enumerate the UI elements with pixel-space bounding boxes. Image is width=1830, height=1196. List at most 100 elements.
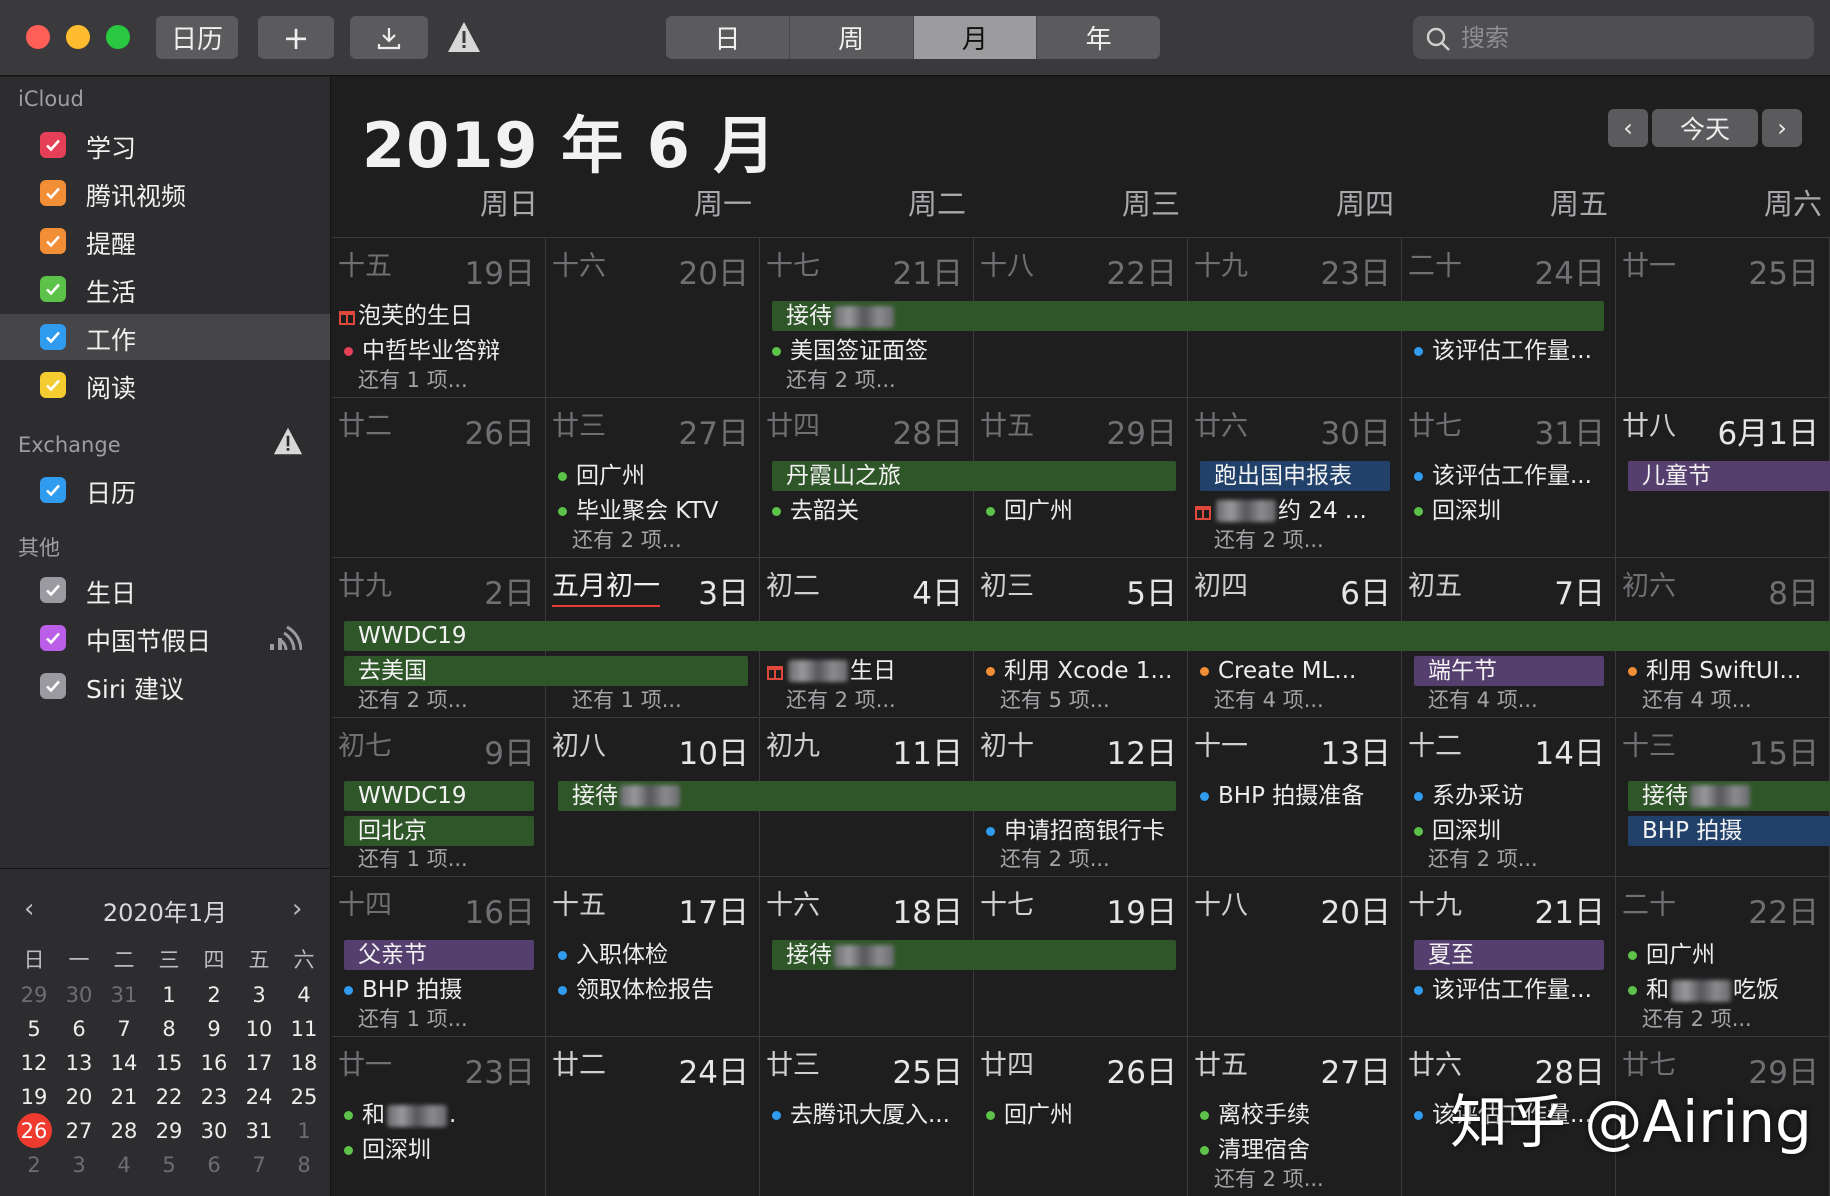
mini-day[interactable]: 8: [282, 1150, 326, 1180]
birthday-event[interactable]: 约 24 ...: [1192, 496, 1398, 526]
tab-week[interactable]: 周: [790, 16, 914, 59]
mini-day-today[interactable]: 26: [12, 1113, 56, 1148]
mini-day[interactable]: 31: [237, 1116, 281, 1146]
mini-day[interactable]: 17: [237, 1048, 281, 1078]
event-bar[interactable]: 儿童节: [1628, 460, 1830, 491]
minimize-button[interactable]: [66, 25, 90, 49]
mini-day[interactable]: 2: [192, 980, 236, 1010]
mini-day[interactable]: 6: [57, 1014, 101, 1044]
more-events-link[interactable]: 还有 2 项...: [572, 527, 682, 553]
event-item[interactable]: Create ML...: [1192, 656, 1398, 686]
event-bar[interactable]: WWDC19: [344, 780, 534, 811]
sidebar-calendar-item[interactable]: 生活: [0, 266, 330, 312]
event-bar[interactable]: 回北京: [344, 815, 534, 846]
birthday-event[interactable]: 生日: [764, 656, 970, 686]
mini-day[interactable]: 4: [102, 1150, 146, 1180]
event-item[interactable]: BHP 拍摄: [336, 975, 542, 1005]
event-bar[interactable]: 接待: [772, 940, 1176, 971]
mini-day[interactable]: 14: [102, 1048, 146, 1078]
mini-day[interactable]: 29: [147, 1116, 191, 1146]
mini-day[interactable]: 7: [102, 1014, 146, 1044]
birthday-event[interactable]: 泡芙的生日: [336, 301, 542, 331]
mini-next-month-button[interactable]: ›: [292, 894, 302, 924]
download-button[interactable]: [350, 16, 428, 59]
event-bar[interactable]: WWDC19: [344, 620, 1830, 651]
warning-icon[interactable]: [272, 426, 304, 456]
event-item[interactable]: 回广州: [978, 496, 1184, 526]
tab-day[interactable]: 日: [666, 16, 790, 59]
calendar-checkbox[interactable]: [40, 132, 66, 158]
prev-month-button[interactable]: ‹: [1608, 109, 1648, 147]
event-item[interactable]: 中哲毕业答辩: [336, 336, 542, 366]
event-item[interactable]: 毕业聚会 KTV: [550, 496, 756, 526]
event-item[interactable]: 入职体检: [550, 940, 756, 970]
calendar-checkbox[interactable]: [40, 477, 66, 503]
event-item[interactable]: 利用 SwiftUI...: [1620, 656, 1826, 686]
more-events-link[interactable]: 还有 1 项...: [358, 367, 468, 393]
sidebar-calendar-item[interactable]: 日历: [0, 467, 330, 513]
mini-day[interactable]: 5: [147, 1150, 191, 1180]
more-events-link[interactable]: 还有 4 项...: [1428, 687, 1538, 713]
mini-day[interactable]: 27: [57, 1116, 101, 1146]
mini-day[interactable]: 25: [282, 1082, 326, 1112]
mini-day[interactable]: 19: [12, 1082, 56, 1112]
event-item[interactable]: 领取体检报告: [550, 975, 756, 1005]
sidebar-calendar-item[interactable]: Siri 建议: [0, 663, 330, 709]
day-cell[interactable]: 十八 20日: [1188, 876, 1402, 1037]
event-item[interactable]: 利用 Xcode 1...: [978, 656, 1184, 686]
sidebar-calendar-item[interactable]: 生日: [0, 567, 330, 613]
event-item[interactable]: 清理宿舍: [1192, 1135, 1398, 1165]
event-item[interactable]: 离校手续: [1192, 1100, 1398, 1130]
sidebar-calendar-item[interactable]: 腾讯视频: [0, 170, 330, 216]
event-bar[interactable]: 跑出国申报表: [1200, 460, 1390, 491]
mini-day[interactable]: 24: [237, 1082, 281, 1112]
sidebar-calendar-item[interactable]: 学习: [0, 122, 330, 168]
add-event-button[interactable]: +: [258, 16, 334, 59]
mini-day[interactable]: 16: [192, 1048, 236, 1078]
search-field[interactable]: [1413, 16, 1814, 59]
more-events-link[interactable]: 还有 2 项...: [786, 367, 896, 393]
more-events-link[interactable]: 还有 1 项...: [572, 687, 682, 713]
mini-day[interactable]: 1: [282, 1116, 326, 1146]
event-item[interactable]: 回广州: [978, 1100, 1184, 1130]
mini-day[interactable]: 3: [237, 980, 281, 1010]
today-button[interactable]: 今天: [1652, 109, 1758, 147]
day-cell[interactable]: 廿二 24日: [546, 1036, 760, 1196]
event-item[interactable]: 回深圳: [1406, 496, 1612, 526]
close-button[interactable]: [26, 25, 50, 49]
event-item[interactable]: 美国签证面签: [764, 336, 970, 366]
calendar-checkbox[interactable]: [40, 372, 66, 398]
mini-day[interactable]: 10: [237, 1014, 281, 1044]
mini-day[interactable]: 12: [12, 1048, 56, 1078]
more-events-link[interactable]: 还有 5 项...: [1000, 687, 1110, 713]
event-item[interactable]: 回深圳: [1406, 816, 1612, 846]
event-item[interactable]: 系办采访: [1406, 781, 1612, 811]
sidebar-calendar-item[interactable]: 提醒: [0, 218, 330, 264]
tab-year[interactable]: 年: [1037, 16, 1160, 59]
event-item[interactable]: 回深圳: [336, 1135, 542, 1165]
more-events-link[interactable]: 还有 2 项...: [1428, 846, 1538, 872]
calendar-checkbox[interactable]: [40, 673, 66, 699]
mini-day[interactable]: 23: [192, 1082, 236, 1112]
mini-day[interactable]: 13: [57, 1048, 101, 1078]
day-cell[interactable]: 廿二 26日: [332, 396, 546, 557]
mini-day[interactable]: 15: [147, 1048, 191, 1078]
more-events-link[interactable]: 还有 2 项...: [1000, 846, 1110, 872]
event-item[interactable]: 该评估工作量...: [1406, 975, 1612, 1005]
mini-day[interactable]: 20: [57, 1082, 101, 1112]
mini-day[interactable]: 9: [192, 1014, 236, 1044]
more-events-link[interactable]: 还有 2 项...: [1642, 1006, 1752, 1032]
event-bar[interactable]: 夏至: [1414, 940, 1604, 971]
calendar-checkbox[interactable]: [40, 324, 66, 350]
event-item[interactable]: 该评估工作量...: [1406, 461, 1612, 491]
event-bar[interactable]: BHP 拍摄: [1628, 815, 1830, 846]
mini-day[interactable]: 22: [147, 1082, 191, 1112]
calendar-checkbox[interactable]: [40, 577, 66, 603]
calendar-checkbox[interactable]: [40, 180, 66, 206]
sidebar-calendar-item[interactable]: 工作: [0, 314, 330, 360]
mini-day[interactable]: 28: [102, 1116, 146, 1146]
mini-day[interactable]: 7: [237, 1150, 281, 1180]
sidebar-calendar-item[interactable]: 阅读: [0, 362, 330, 408]
warning-icon[interactable]: [446, 20, 482, 54]
day-cell[interactable]: 十六 20日: [546, 237, 760, 397]
